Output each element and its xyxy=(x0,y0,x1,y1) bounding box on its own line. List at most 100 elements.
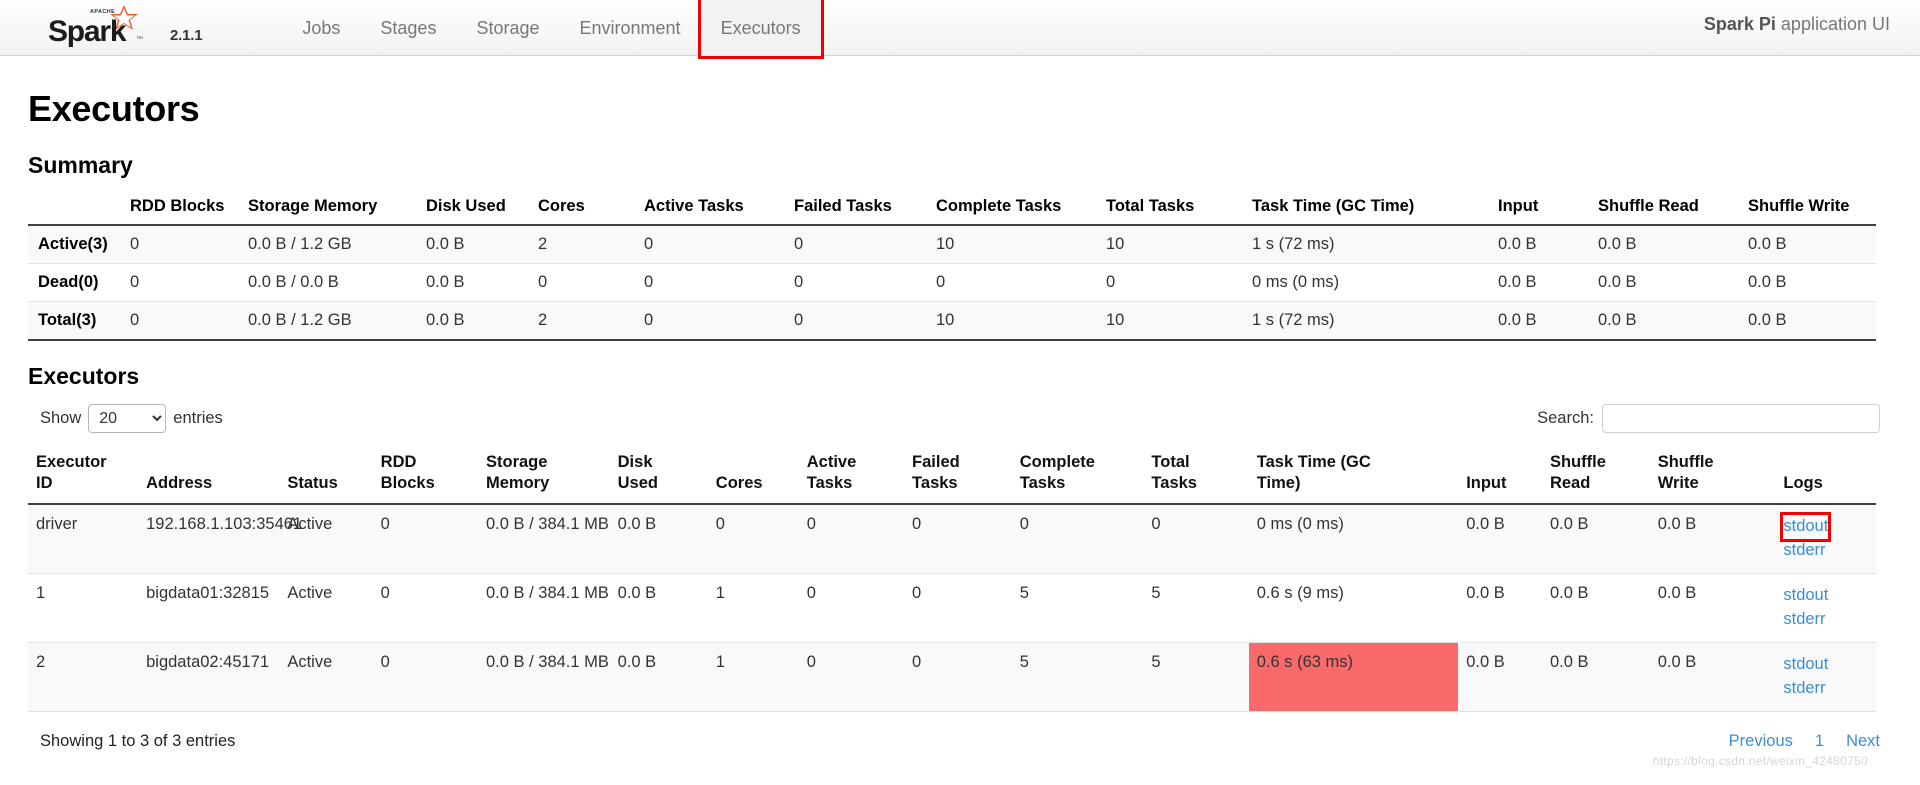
summary-col-shuffle-read: Shuffle Read xyxy=(1588,193,1738,226)
summary-cell-cores: 2 xyxy=(528,301,634,341)
exec-col-complete-tasks-line2: Tasks xyxy=(1019,474,1066,493)
svg-text:Spark: Spark xyxy=(48,15,127,48)
exec-col-executor-id[interactable]: Executor ID xyxy=(28,448,139,506)
summary-cell-failed-tasks: 0 xyxy=(784,263,926,302)
summary-cell-total-tasks: 0 xyxy=(1096,263,1242,302)
search-input[interactable] xyxy=(1602,404,1880,433)
summary-cell-shuffle-read: 0.0 B xyxy=(1588,301,1738,341)
summary-cell-storage-memory: 0.0 B / 1.2 GB xyxy=(238,301,416,341)
summary-cell-disk-used: 0.0 B xyxy=(416,301,528,341)
nav-item-environment[interactable]: Environment xyxy=(560,0,701,56)
nav-item-stages[interactable]: Stages xyxy=(360,0,456,56)
summary-col-rdd-blocks: RDD Blocks xyxy=(120,193,238,226)
exec-cell-input: 0.0 B xyxy=(1458,642,1542,712)
exec-cell-shuffle-read: 0.0 B xyxy=(1541,573,1650,643)
exec-cell-active-tasks: 0 xyxy=(798,573,905,643)
exec-col-logs-line2: Logs xyxy=(1783,474,1823,493)
exec-cell-logs: stdout stderr xyxy=(1775,573,1876,643)
summary-col-total-tasks: Total Tasks xyxy=(1096,193,1242,226)
exec-col-disk-used-line1: Disk xyxy=(617,453,653,471)
exec-cell-cores: 0 xyxy=(707,504,799,575)
exec-col-task-time[interactable]: Task Time (GC Time) xyxy=(1248,448,1459,506)
summary-heading: Summary xyxy=(28,152,133,178)
summary-cell-shuffle-write: 0.0 B xyxy=(1738,263,1876,302)
exec-cell-active-tasks: 0 xyxy=(798,504,905,575)
exec-cell-address: bigdata01:32815 xyxy=(138,573,280,643)
exec-col-address[interactable]: Address xyxy=(138,448,280,506)
summary-col-shuffle-write: Shuffle Write xyxy=(1738,193,1876,226)
page-length-select[interactable]: 20 40 60 100 xyxy=(88,404,167,433)
exec-col-shuffle-read-line2: Read xyxy=(1549,474,1591,493)
spark-logo-link[interactable]: APACHE Spark ™ 2.1.1 xyxy=(0,0,203,56)
nav-item-jobs[interactable]: Jobs xyxy=(282,0,360,56)
nav-item-executors[interactable]: Executors xyxy=(697,0,824,59)
pagination-page-1[interactable]: 1 xyxy=(1815,732,1824,751)
summary-cell-task-time: 0 ms (0 ms) xyxy=(1242,263,1488,302)
exec-cell-executor-id: driver xyxy=(28,504,139,575)
summary-col-failed-tasks: Failed Tasks xyxy=(784,193,926,226)
exec-col-disk-used[interactable]: Disk Used xyxy=(609,448,708,506)
exec-cell-logs: stdout stderr xyxy=(1775,504,1876,575)
exec-col-complete-tasks[interactable]: Complete Tasks xyxy=(1011,448,1144,506)
exec-cell-address: bigdata02:45171 xyxy=(138,642,280,712)
exec-col-cores[interactable]: Cores xyxy=(707,448,799,506)
exec-cell-task-time: 0.6 s (9 ms) xyxy=(1248,573,1459,643)
summary-cell-shuffle-read: 0.0 B xyxy=(1588,263,1738,302)
exec-col-active-tasks[interactable]: Active Tasks xyxy=(798,448,905,506)
stdout-link[interactable]: stdout xyxy=(1783,584,1828,608)
stderr-link[interactable]: stderr xyxy=(1783,539,1825,563)
exec-cell-shuffle-write: 0.0 B xyxy=(1649,504,1776,575)
nav-item-storage[interactable]: Storage xyxy=(456,0,559,56)
exec-cell-active-tasks: 0 xyxy=(798,642,905,712)
exec-cell-disk-used: 0.0 B xyxy=(609,573,708,643)
exec-col-total-tasks[interactable]: Total Tasks xyxy=(1143,448,1249,506)
exec-cell-complete-tasks: 5 xyxy=(1011,573,1144,643)
exec-col-storage-memory-line1: Storage xyxy=(485,453,548,471)
exec-col-logs[interactable]: Logs xyxy=(1775,448,1876,506)
datatable-info: Showing 1 to 3 of 3 entries xyxy=(40,731,236,750)
exec-col-rdd-blocks-line1: RDD xyxy=(380,453,417,471)
exec-cell-status: Active xyxy=(279,504,373,575)
exec-col-failed-tasks-line1: Failed xyxy=(912,453,960,471)
summary-row-dead: Dead(0) 0 0.0 B / 0.0 B 0.0 B 0 0 0 0 0 … xyxy=(28,263,1876,302)
exec-cell-rdd-blocks: 0 xyxy=(372,573,478,643)
exec-col-shuffle-write[interactable]: Shuffle Write xyxy=(1649,448,1776,506)
summary-cell-failed-tasks: 0 xyxy=(784,301,926,341)
summary-cell-total-tasks: 10 xyxy=(1096,301,1242,341)
executors-heading: Executors xyxy=(28,363,140,389)
exec-col-failed-tasks[interactable]: Failed Tasks xyxy=(904,448,1012,506)
executors-table: Executor ID Address Status RDD Blocks St… xyxy=(28,448,1876,712)
exec-col-rdd-blocks[interactable]: RDD Blocks xyxy=(372,448,478,506)
exec-col-status[interactable]: Status xyxy=(279,448,373,506)
summary-cell-active-tasks: 0 xyxy=(634,263,784,302)
exec-cell-total-tasks: 0 xyxy=(1143,504,1249,575)
summary-col-cores: Cores xyxy=(528,193,634,226)
stderr-link[interactable]: stderr xyxy=(1783,677,1825,701)
table-row: 1 bigdata01:32815 Active 0 0.0 B / 384.1… xyxy=(28,573,1876,643)
pagination-next[interactable]: Next xyxy=(1846,732,1880,751)
summary-cell-disk-used: 0.0 B xyxy=(416,225,528,264)
exec-cell-rdd-blocks: 0 xyxy=(372,642,478,712)
exec-col-storage-memory[interactable]: Storage Memory xyxy=(477,448,610,506)
exec-cell-executor-id: 2 xyxy=(28,642,139,712)
main-nav: Jobs Stages Storage Environment Executor… xyxy=(282,0,824,59)
page-title: Executors xyxy=(28,88,200,129)
exec-col-shuffle-write-line1: Shuffle xyxy=(1657,453,1714,471)
application-name: Spark Pi xyxy=(1703,14,1776,34)
watermark: https://blog.csdn.net/weixin_42480750 xyxy=(1652,753,1868,768)
top-navbar: APACHE Spark ™ 2.1.1 Jobs Stages Storage… xyxy=(0,0,1920,59)
stdout-link[interactable]: stdout xyxy=(1780,512,1832,543)
summary-cell-rdd-blocks: 0 xyxy=(120,225,238,264)
summary-cell-input: 0.0 B xyxy=(1488,263,1588,302)
stderr-link[interactable]: stderr xyxy=(1783,608,1825,632)
exec-col-input[interactable]: Input xyxy=(1458,448,1542,506)
summary-cell-task-time: 1 s (72 ms) xyxy=(1242,225,1488,264)
summary-cell-disk-used: 0.0 B xyxy=(416,263,528,302)
pagination-previous[interactable]: Previous xyxy=(1729,732,1793,751)
exec-cell-input: 0.0 B xyxy=(1458,504,1542,575)
exec-col-shuffle-read[interactable]: Shuffle Read xyxy=(1541,448,1650,506)
stdout-link[interactable]: stdout xyxy=(1783,653,1828,677)
exec-cell-shuffle-write: 0.0 B xyxy=(1649,573,1776,643)
summary-row-active: Active(3) 0 0.0 B / 1.2 GB 0.0 B 2 0 0 1… xyxy=(28,225,1876,264)
search-label: Search: xyxy=(1537,409,1594,427)
